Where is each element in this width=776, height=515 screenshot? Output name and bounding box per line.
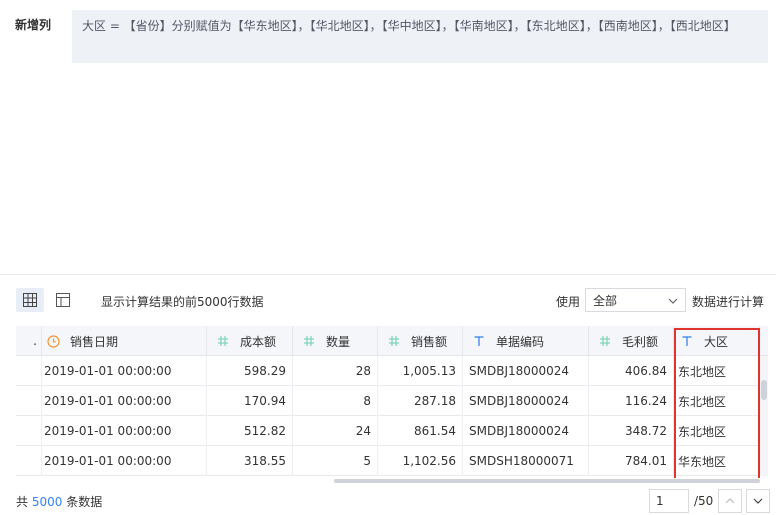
hash-icon	[302, 334, 316, 348]
column-header-label: .	[33, 334, 37, 348]
preview-toolbar: 显示计算结果的前5000行数据 使用 全部 数据进行计算	[0, 284, 776, 316]
column-header-cost[interactable]: 成本额	[207, 326, 293, 356]
table-cell: 861.54	[378, 416, 463, 446]
table-cell: 5	[293, 446, 378, 476]
table-cell: 287.18	[378, 386, 463, 416]
column-header-label: 毛利额	[622, 334, 659, 349]
next-page-button[interactable]	[746, 489, 770, 513]
table-cell: 2019-01-01 00:00:00	[42, 356, 207, 386]
table-row[interactable]: 2019-01-01 00:00:00 318.55 5 1,102.56 SM…	[16, 446, 768, 476]
table-view-button[interactable]	[16, 288, 44, 312]
column-header-gross-profit[interactable]: 毛利额	[589, 326, 674, 356]
table-cell: 东北地区	[674, 416, 760, 446]
table-cell: 东北地区	[674, 356, 760, 386]
vertical-scrollbar-track[interactable]	[760, 356, 768, 476]
text-t-icon	[680, 334, 694, 348]
row-scope-value: 全部	[593, 293, 618, 308]
hash-icon	[387, 334, 401, 348]
column-header-label: 单据编码	[496, 334, 545, 349]
table-cell: SMDBJ18000024	[463, 386, 589, 416]
previous-page-button[interactable]	[718, 489, 742, 513]
table-cell	[16, 356, 42, 386]
result-info-text: 显示计算结果的前5000行数据	[101, 295, 264, 309]
row-count-value: 5000	[31, 495, 63, 509]
table-cell: 28	[293, 356, 378, 386]
column-header-region[interactable]: 大区	[674, 326, 760, 356]
table-cell: 784.01	[589, 446, 674, 476]
data-table: . 销售日期 成本额 数量 销售额 单据编码 毛利额 大区 2019-01-01…	[16, 326, 768, 476]
formula-text[interactable]: 大区 = 【省份】分别赋值为【华东地区】，【华北地区】，【华中地区】，【华南地区…	[72, 10, 768, 63]
table-row[interactable]: 2019-01-01 00:00:00 170.94 8 287.18 SMDB…	[16, 386, 768, 416]
table-cell: 348.72	[589, 416, 674, 446]
table-cell: 512.82	[207, 416, 293, 446]
column-header-document-code[interactable]: 单据编码	[463, 326, 589, 356]
new-column-label: 新增列	[15, 18, 52, 32]
table-cell: SMDBJ18000024	[463, 356, 589, 386]
table-header: . 销售日期 成本额 数量 销售额 单据编码 毛利额 大区	[16, 326, 768, 356]
column-header-sales-date[interactable]: 销售日期	[42, 326, 207, 356]
horizontal-scrollbar-thumb[interactable]	[334, 479, 760, 483]
table-cell: 1,005.13	[378, 356, 463, 386]
table-row[interactable]: 2019-01-01 00:00:00 598.29 28 1,005.13 S…	[16, 356, 768, 386]
table-cell	[16, 446, 42, 476]
text-t-icon	[472, 334, 486, 348]
hash-icon	[598, 334, 612, 348]
table-cell: 2019-01-01 00:00:00	[42, 386, 207, 416]
table-cell: SMDBJ18000024	[463, 416, 589, 446]
row-scope-select[interactable]: 全部	[585, 288, 686, 312]
vertical-scrollbar-thumb[interactable]	[761, 380, 767, 400]
table-cell: SMDSH18000071	[463, 446, 589, 476]
table-cell: 1,102.56	[378, 446, 463, 476]
column-header-label: 成本额	[240, 334, 277, 349]
column-header-sales-amount[interactable]: 销售额	[378, 326, 463, 356]
table-cell: 8	[293, 386, 378, 416]
hash-icon	[216, 334, 230, 348]
layout-view-button[interactable]	[49, 288, 77, 312]
chevron-up-icon	[725, 498, 735, 504]
column-header-label: 大区	[704, 334, 729, 349]
formula-panel: 新增列 大区 = 【省份】分别赋值为【华东地区】，【华北地区】，【华中地区】，【…	[0, 0, 776, 274]
table-cell: 2019-01-01 00:00:00	[42, 446, 207, 476]
table-cell	[16, 386, 42, 416]
table-cell: 406.84	[589, 356, 674, 386]
table-cell: 华东地区	[674, 446, 760, 476]
table-cell: 170.94	[207, 386, 293, 416]
column-header-quantity[interactable]: 数量	[293, 326, 378, 356]
column-header-label: 销售额	[411, 334, 448, 349]
table-cell	[16, 416, 42, 446]
table-cell: 598.29	[207, 356, 293, 386]
page-number-input[interactable]	[649, 489, 689, 513]
column-header-partial[interactable]: .	[16, 326, 42, 356]
table-cell: 东北地区	[674, 386, 760, 416]
table-row[interactable]: 2019-01-01 00:00:00 512.82 24 861.54 SMD…	[16, 416, 768, 446]
table-cell: 2019-01-01 00:00:00	[42, 416, 207, 446]
row-count-prefix: 共	[16, 495, 29, 509]
compute-label: 数据进行计算	[692, 295, 765, 309]
table-cell: 116.24	[589, 386, 674, 416]
divider	[0, 274, 776, 275]
column-header-label: 销售日期	[70, 334, 119, 349]
column-header-label: 数量	[326, 334, 351, 349]
layout-icon	[56, 293, 70, 307]
chevron-down-icon	[668, 298, 678, 304]
row-count: 共 5000 条数据	[16, 493, 102, 510]
clock-icon	[46, 334, 60, 348]
row-count-suffix: 条数据	[66, 495, 103, 509]
table-cell: 24	[293, 416, 378, 446]
use-label: 使用	[556, 295, 581, 309]
chevron-down-icon	[753, 498, 763, 504]
page-total: /50	[694, 494, 714, 508]
grid-icon	[23, 293, 37, 307]
table-cell: 318.55	[207, 446, 293, 476]
